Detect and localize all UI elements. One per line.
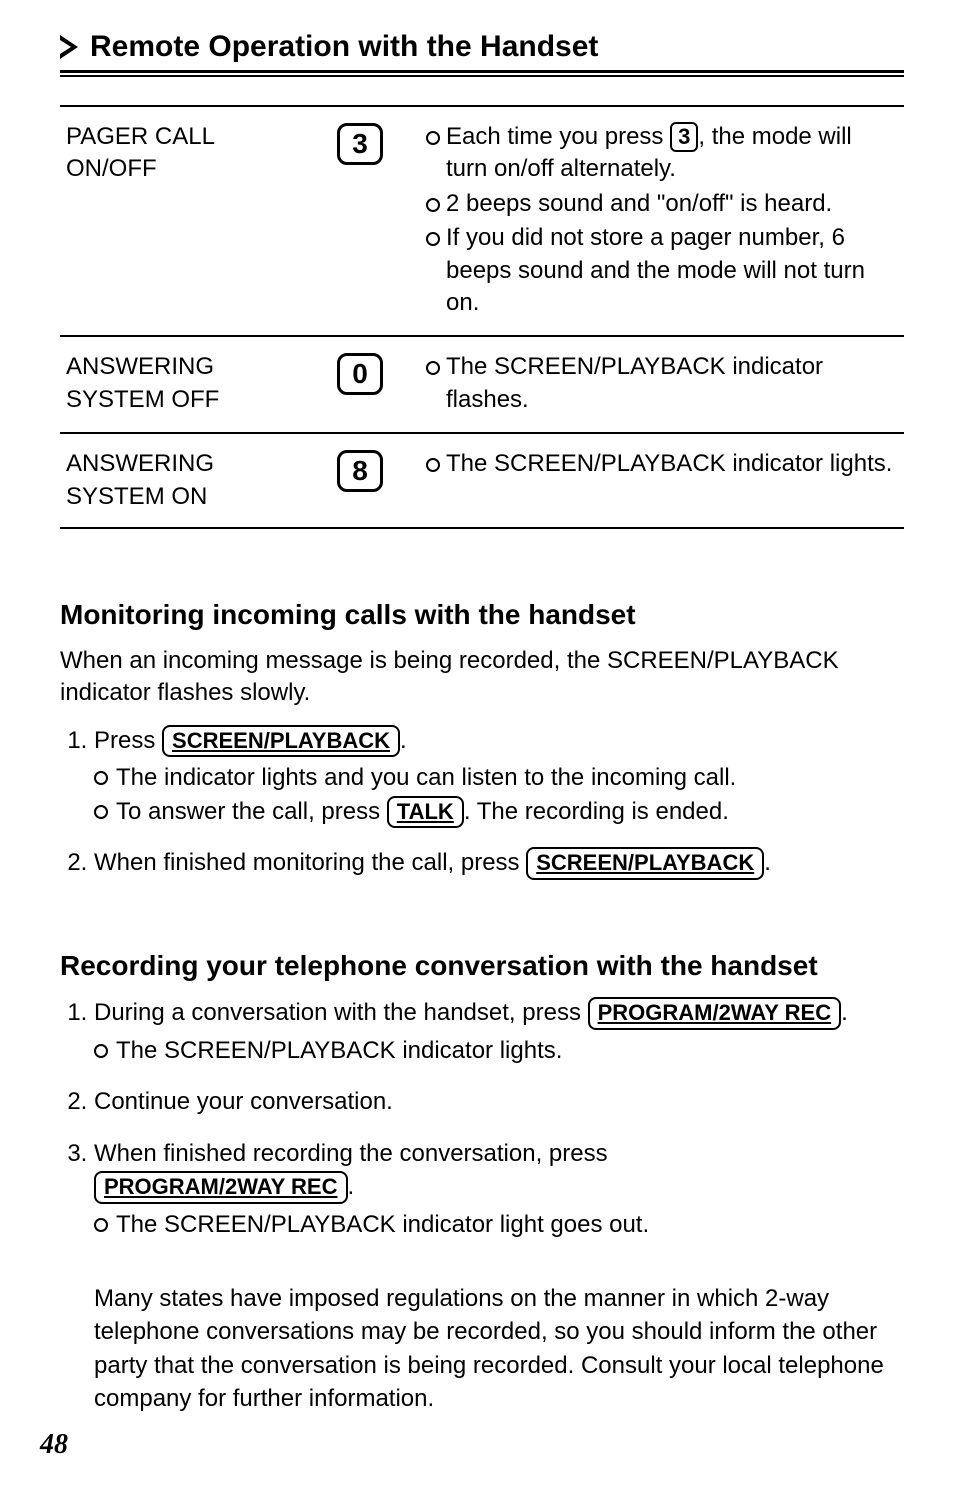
- list-item: 2 beeps sound and "on/off" is heard.: [426, 188, 898, 220]
- section-intro: When an incoming message is being record…: [60, 645, 904, 710]
- program-2way-rec-button-label: PROGRAM/2WAY REC: [588, 997, 842, 1030]
- row-label: PAGER CALL ON/OFF: [60, 106, 300, 336]
- table-row: ANSWERING SYSTEM ON 8 The SCREEN/PLAYBAC…: [60, 433, 904, 528]
- row-key-cell: 3: [300, 106, 420, 336]
- page-number: 48: [40, 1429, 68, 1461]
- list-item: The SCREEN/PLAYBACK indicator light goes…: [94, 1208, 904, 1242]
- list-item: The SCREEN/PLAYBACK indicator lights.: [426, 448, 898, 480]
- row-key-cell: 8: [300, 433, 420, 528]
- section-heading-monitoring: Monitoring incoming calls with the hands…: [60, 599, 904, 631]
- screen-playback-button-label: SCREEN/PLAYBACK: [162, 725, 400, 758]
- arrow-right-icon: [60, 35, 78, 59]
- table-row: PAGER CALL ON/OFF 3 Each time you press …: [60, 106, 904, 336]
- row-desc: The SCREEN/PLAYBACK indicator lights.: [420, 433, 904, 528]
- monitoring-steps: Press SCREEN/PLAYBACK. The indicator lig…: [60, 724, 904, 880]
- list-item: When finished monitoring the call, press…: [94, 846, 904, 880]
- program-2way-rec-button-label: PROGRAM/2WAY REC: [94, 1171, 348, 1204]
- keycap-3-inline: 3: [670, 122, 698, 152]
- list-item: If you did not store a pager number, 6 b…: [426, 222, 898, 319]
- remote-operation-table: PAGER CALL ON/OFF 3 Each time you press …: [60, 105, 904, 529]
- keycap-0: 0: [337, 353, 383, 395]
- row-label: ANSWERING SYSTEM OFF: [60, 336, 300, 433]
- talk-button-label: TALK: [387, 796, 464, 829]
- list-item: When finished recording the conversation…: [94, 1137, 904, 1242]
- list-item: Continue your conversation.: [94, 1085, 904, 1119]
- keycap-8: 8: [337, 450, 383, 492]
- screen-playback-button-label: SCREEN/PLAYBACK: [526, 847, 764, 880]
- list-item: To answer the call, press TALK. The reco…: [94, 795, 904, 829]
- keycap-3: 3: [337, 123, 383, 165]
- section-heading-recording: Recording your telephone conversation wi…: [60, 950, 904, 982]
- list-item: The SCREEN/PLAYBACK indicator lights.: [94, 1034, 904, 1068]
- row-key-cell: 0: [300, 336, 420, 433]
- list-item: Each time you press 3, the mode will tur…: [426, 121, 898, 186]
- row-desc: The SCREEN/PLAYBACK indicator flashes.: [420, 336, 904, 433]
- row-label: ANSWERING SYSTEM ON: [60, 433, 300, 528]
- page-title: Remote Operation with the Handset: [90, 30, 598, 64]
- row-desc: Each time you press 3, the mode will tur…: [420, 106, 904, 336]
- title-underline: [60, 70, 904, 77]
- page-title-row: Remote Operation with the Handset: [60, 30, 904, 64]
- table-row: ANSWERING SYSTEM OFF 0 The SCREEN/PLAYBA…: [60, 336, 904, 433]
- list-item: Press SCREEN/PLAYBACK. The indicator lig…: [94, 724, 904, 829]
- regulatory-note: Many states have imposed regulations on …: [60, 1282, 904, 1416]
- list-item: The indicator lights and you can listen …: [94, 761, 904, 795]
- list-item: The SCREEN/PLAYBACK indicator flashes.: [426, 351, 898, 416]
- list-item: During a conversation with the handset, …: [94, 996, 904, 1067]
- recording-steps: During a conversation with the handset, …: [60, 996, 904, 1242]
